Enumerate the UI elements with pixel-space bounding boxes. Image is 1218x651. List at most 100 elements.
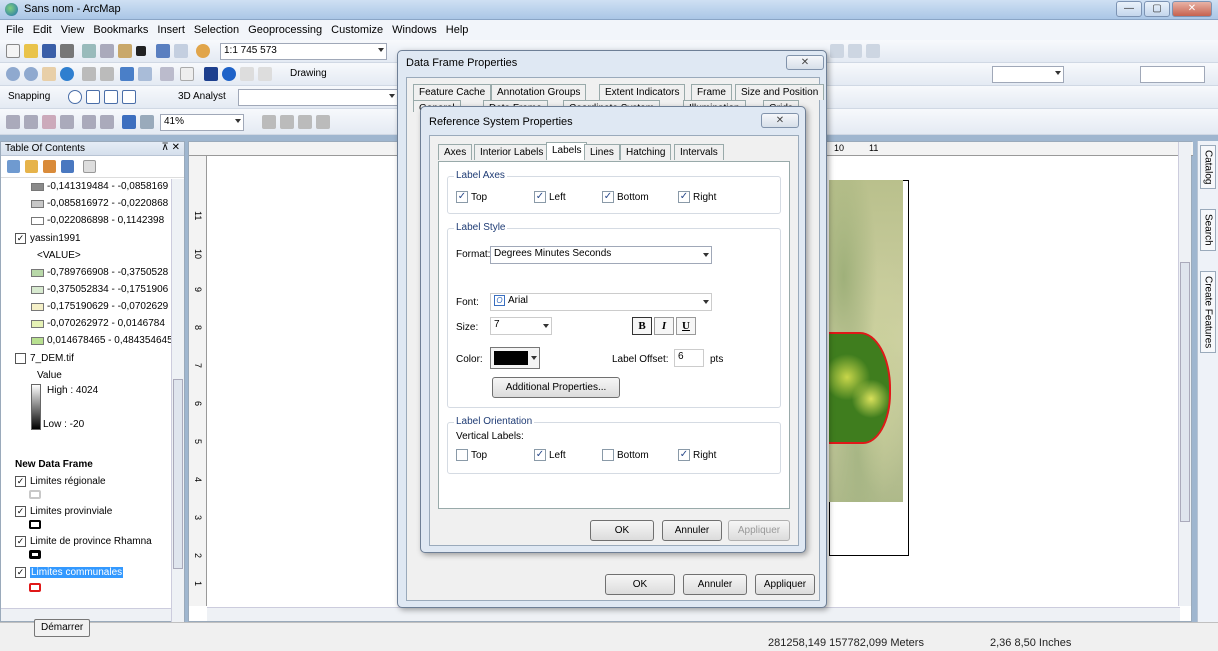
zoom-out-layout-icon[interactable]: [24, 115, 38, 129]
tab-intervals[interactable]: Intervals: [674, 144, 724, 160]
layer-name[interactable]: 7_DEM.tif: [30, 353, 74, 364]
select-features-icon[interactable]: [160, 67, 174, 81]
zoom-whole-page-icon[interactable]: [60, 115, 74, 129]
underline-button[interactable]: U: [676, 317, 696, 335]
menu-insert[interactable]: Insert: [157, 24, 185, 36]
select-elements-icon[interactable]: [204, 67, 218, 81]
data-driven-pages-icon[interactable]: [316, 115, 330, 129]
point-snap-icon[interactable]: [68, 90, 82, 104]
editor-tool-icon[interactable]: [866, 44, 880, 58]
layer-name[interactable]: yassin1991: [30, 233, 81, 244]
cut-icon[interactable]: [82, 44, 96, 58]
focus-data-frame-icon[interactable]: [280, 115, 294, 129]
layer-limites-provinviale[interactable]: ✓ Limites provinviale: [15, 506, 112, 517]
toggle-draft-icon[interactable]: [262, 115, 276, 129]
layer-name[interactable]: Limites régionale: [30, 476, 106, 487]
forward-extent-icon[interactable]: [140, 115, 154, 129]
fixed-zoom-in-icon[interactable]: [82, 67, 96, 81]
tab-extent-indicators[interactable]: Extent Indicators: [599, 84, 686, 100]
3d-layer-combo[interactable]: [238, 89, 398, 106]
layer-visibility-checkbox[interactable]: ✓: [15, 476, 26, 487]
layer-name[interactable]: Limites provinviale: [30, 506, 112, 517]
drawing-toolbar-label[interactable]: Drawing: [290, 68, 327, 79]
label-bottom-checkbox[interactable]: ✓ Bottom: [602, 191, 649, 203]
vertical-top-checkbox[interactable]: Top: [456, 449, 487, 461]
catalog-tab[interactable]: Catalog: [1200, 145, 1216, 190]
full-extent-icon[interactable]: [60, 67, 74, 81]
toc-pin-close[interactable]: ⊼ ✕: [162, 142, 180, 153]
italic-button[interactable]: I: [654, 317, 674, 335]
close-button[interactable]: ✕: [1172, 1, 1212, 17]
tab-feature-cache[interactable]: Feature Cache: [413, 84, 492, 100]
layer-visibility-checkbox[interactable]: [15, 353, 26, 364]
tab-axes[interactable]: Axes: [438, 144, 473, 160]
tab-interior-labels[interactable]: Interior Labels: [474, 144, 550, 160]
add-data-icon[interactable]: [196, 44, 210, 58]
menu-customize[interactable]: Customize: [331, 24, 383, 36]
paste-icon[interactable]: [118, 44, 132, 58]
vertical-bottom-checkbox[interactable]: Bottom: [602, 449, 649, 461]
edge-snap-icon[interactable]: [122, 90, 136, 104]
vertical-left-checkbox[interactable]: ✓ Left: [534, 449, 566, 461]
back-icon[interactable]: [120, 67, 134, 81]
forward-icon[interactable]: [138, 67, 152, 81]
layout-horizontal-scrollbar[interactable]: [207, 607, 1180, 621]
copy-icon[interactable]: [100, 44, 114, 58]
cancel-button[interactable]: Annuler: [683, 574, 747, 595]
menu-geoprocessing[interactable]: Geoprocessing: [248, 24, 322, 36]
layer-limite-rhamna[interactable]: ✓ Limite de province Rhamna: [15, 536, 152, 547]
tool-value-combo[interactable]: [1140, 66, 1205, 83]
layer-name[interactable]: Limites communales: [30, 567, 124, 578]
maximize-button[interactable]: ▢: [1144, 1, 1170, 17]
end-snap-icon[interactable]: [86, 90, 100, 104]
menu-file[interactable]: File: [6, 24, 24, 36]
open-icon[interactable]: [24, 44, 38, 58]
tab-labels[interactable]: Labels: [546, 142, 588, 160]
zoom-in-icon[interactable]: [6, 67, 20, 81]
data-frame-name[interactable]: New Data Frame: [15, 459, 93, 470]
menu-bookmarks[interactable]: Bookmarks: [93, 24, 148, 36]
list-by-visibility-icon[interactable]: [43, 160, 56, 173]
vertex-snap-icon[interactable]: [104, 90, 118, 104]
layer-visibility-checkbox[interactable]: ✓: [15, 233, 26, 244]
tab-lines[interactable]: Lines: [584, 144, 620, 160]
scroll-thumb[interactable]: [173, 379, 183, 569]
editor-combo[interactable]: [992, 66, 1064, 83]
layout-vertical-scrollbar[interactable]: [1178, 142, 1191, 606]
layer-name[interactable]: Limite de province Rhamna: [30, 536, 152, 547]
toc-vertical-scrollbar[interactable]: [171, 179, 184, 622]
ok-button[interactable]: OK: [605, 574, 675, 595]
menu-edit[interactable]: Edit: [33, 24, 52, 36]
zoom-in-layout-icon[interactable]: [6, 115, 20, 129]
layer-visibility-checkbox[interactable]: ✓: [15, 506, 26, 517]
layer-limites-regionale[interactable]: ✓ Limites régionale: [15, 476, 106, 487]
ok-button[interactable]: OK: [590, 520, 654, 541]
close-icon[interactable]: ✕: [761, 113, 799, 128]
menu-windows[interactable]: Windows: [392, 24, 437, 36]
fixed-zoom-out-layout-icon[interactable]: [100, 115, 114, 129]
layer-visibility-checkbox[interactable]: ✓: [15, 567, 26, 578]
undo-icon[interactable]: [156, 44, 170, 58]
fixed-zoom-in-layout-icon[interactable]: [82, 115, 96, 129]
label-top-checkbox[interactable]: ✓ Top: [456, 191, 487, 203]
bold-button[interactable]: B: [632, 317, 652, 335]
size-select[interactable]: 7: [490, 317, 552, 335]
menu-selection[interactable]: Selection: [194, 24, 239, 36]
fixed-zoom-out-icon[interactable]: [100, 67, 114, 81]
label-left-checkbox[interactable]: ✓ Left: [534, 191, 566, 203]
html-popup-icon[interactable]: [258, 67, 272, 81]
apply-button[interactable]: Appliquer: [728, 520, 790, 541]
map-scale-combo[interactable]: 1:1 745 573: [220, 43, 387, 60]
tab-annotation-groups[interactable]: Annotation Groups: [491, 84, 587, 100]
editor-tool-icon[interactable]: [848, 44, 862, 58]
layer-yassin1991[interactable]: ✓ yassin1991: [15, 233, 81, 244]
menu-view[interactable]: View: [61, 24, 85, 36]
tab-hatching[interactable]: Hatching: [620, 144, 672, 160]
layer-limites-communales[interactable]: ✓ Limites communales: [15, 567, 124, 578]
list-by-drawing-order-icon[interactable]: [7, 160, 20, 173]
3d-analyst-menu[interactable]: 3D Analyst: [178, 91, 226, 102]
layer-visibility-checkbox[interactable]: ✓: [15, 536, 26, 547]
format-select[interactable]: Degrees Minutes Seconds: [490, 246, 712, 264]
list-by-source-icon[interactable]: [25, 160, 38, 173]
clear-selection-icon[interactable]: [180, 67, 194, 81]
